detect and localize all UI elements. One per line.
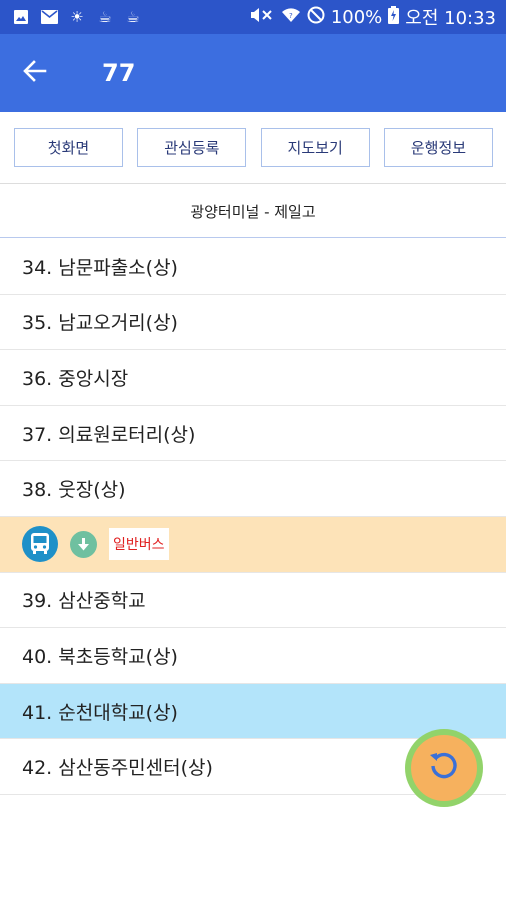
refresh-icon <box>427 749 461 787</box>
cup-icon: ☕ <box>98 7 112 26</box>
map-button[interactable]: 지도보기 <box>260 128 370 167</box>
action-toolbar: 첫화면 관심등록 지도보기 운행정보 <box>0 112 506 184</box>
back-button[interactable] <box>0 34 70 112</box>
cup-icon: ☕ <box>126 7 140 26</box>
status-bar: ☀ ☕ ☕ ? 100% 오전 10:33 <box>0 0 506 34</box>
page-title: 77 <box>102 59 136 87</box>
mute-icon <box>249 7 275 28</box>
arrow-down-icon <box>70 530 97 558</box>
dnd-icon <box>307 6 325 29</box>
battery-charging-icon <box>388 5 400 29</box>
list-item[interactable]: 40. 북초등학교(상) <box>0 628 506 684</box>
image-icon <box>12 9 30 25</box>
stop-list: 34. 남문파출소(상) 35. 남교오거리(상) 36. 중앙시장 37. 의… <box>0 239 506 795</box>
list-item[interactable]: 37. 의료원로터리(상) <box>0 406 506 462</box>
svg-text:?: ? <box>289 12 293 20</box>
battery-text: 100% <box>330 6 383 28</box>
app-bar: 77 <box>0 34 506 112</box>
bus-type-badge: 일반버스 <box>109 528 169 561</box>
list-item[interactable]: 35. 남교오거리(상) <box>0 295 506 351</box>
route-header: 광양터미널 - 제일고 <box>0 185 506 238</box>
list-item[interactable]: 34. 남문파출소(상) <box>0 239 506 295</box>
mail-icon <box>40 9 58 25</box>
sun-icon: ☀ <box>70 7 84 26</box>
list-item[interactable]: 39. 삼산중학교 <box>0 573 506 629</box>
arrow-back-icon <box>23 60 47 86</box>
bus-icon <box>22 526 58 563</box>
wifi-icon: ? <box>281 7 301 28</box>
clock: 오전 10:33 <box>405 8 496 29</box>
list-item[interactable]: 38. 웃장(상) <box>0 461 506 517</box>
info-button[interactable]: 운행정보 <box>383 128 493 167</box>
bus-position-row[interactable]: 일반버스 <box>0 516 506 573</box>
home-button[interactable]: 첫화면 <box>14 128 123 167</box>
favorite-button[interactable]: 관심등록 <box>137 128 247 167</box>
list-item[interactable]: 36. 중앙시장 <box>0 350 506 406</box>
refresh-button[interactable] <box>405 729 483 807</box>
